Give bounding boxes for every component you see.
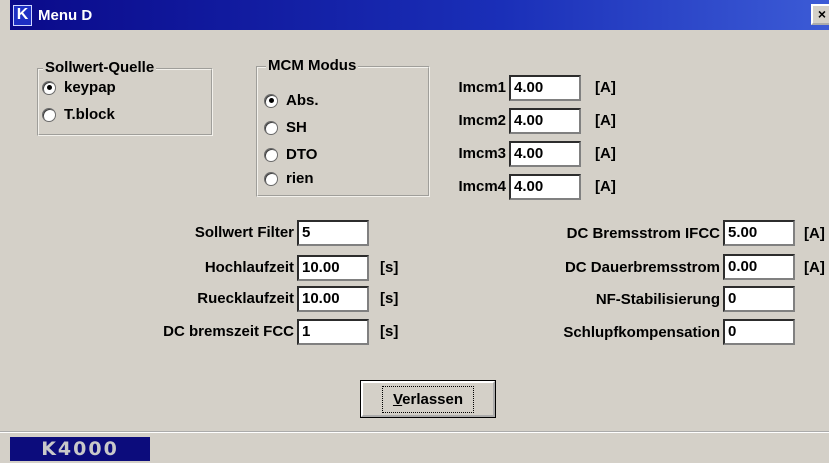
- title-bar: K Menu D ×: [10, 0, 829, 30]
- imcm4-unit: [A]: [595, 178, 616, 195]
- hochlaufzeit-field[interactable]: 10.00: [297, 255, 369, 281]
- radio-t-block[interactable]: T.block: [42, 106, 115, 123]
- radio-rien[interactable]: rien: [264, 170, 314, 187]
- accelerator-key: V: [392, 390, 403, 408]
- radio-label: rien: [286, 170, 314, 187]
- close-button[interactable]: ×: [811, 4, 829, 25]
- imcm4-label: Imcm4: [458, 178, 506, 195]
- imcm3-unit: [A]: [595, 145, 616, 162]
- sollwert-quelle-title: Sollwert-Quelle: [43, 59, 157, 76]
- sollwert-filter-label: Sollwert Filter: [194, 224, 294, 241]
- imcm3-field[interactable]: 4.00: [509, 141, 581, 167]
- verlassen-button-label: Verlassen: [381, 385, 475, 413]
- dc-dauerbremsstrom-label: DC Dauerbremsstrom: [564, 259, 720, 276]
- radio-icon: [42, 107, 56, 122]
- ruecklaufzeit-label: Ruecklaufzeit: [197, 290, 294, 307]
- radio-selected-icon: [42, 80, 56, 95]
- hochlaufzeit-label: Hochlaufzeit: [204, 259, 294, 276]
- hochlaufzeit-unit: [s]: [380, 259, 399, 276]
- schlupfkompensation-label: Schlupfkompensation: [563, 324, 720, 341]
- imcm1-field[interactable]: 4.00: [509, 75, 581, 101]
- radio-icon: [264, 171, 278, 186]
- dc-bremsstrom-unit: [A]: [804, 225, 825, 242]
- radio-sh[interactable]: SH: [264, 119, 307, 136]
- radio-label: SH: [286, 119, 307, 136]
- status-bar: K4000: [0, 431, 829, 463]
- radio-keypap[interactable]: keypap: [42, 79, 116, 96]
- imcm2-field[interactable]: 4.00: [509, 108, 581, 134]
- dc-bremsstrom-field[interactable]: 5.00: [723, 220, 795, 246]
- dc-dauerbremsstrom-field[interactable]: 0.00: [723, 254, 795, 280]
- app-icon: K: [13, 4, 32, 26]
- radio-label: T.block: [64, 106, 115, 123]
- radio-label: Abs.: [286, 92, 319, 109]
- verlassen-button[interactable]: Verlassen: [361, 381, 495, 417]
- status-model-label: K4000: [10, 437, 150, 461]
- imcm1-label: Imcm1: [458, 79, 506, 96]
- radio-selected-icon: [264, 93, 278, 108]
- nf-stabilisierung-field[interactable]: 0: [723, 286, 795, 312]
- nf-stabilisierung-label: NF-Stabilisierung: [595, 291, 720, 308]
- radio-label: keypap: [64, 79, 116, 96]
- imcm3-label: Imcm3: [458, 145, 506, 162]
- ruecklaufzeit-field[interactable]: 10.00: [297, 286, 369, 312]
- dc-bremszeit-label: DC bremszeit FCC: [163, 323, 294, 340]
- radio-icon: [264, 120, 278, 135]
- ruecklaufzeit-unit: [s]: [380, 290, 399, 307]
- dc-bremsstrom-label: DC Bremsstrom IFCC: [566, 225, 720, 242]
- imcm2-label: Imcm2: [458, 112, 506, 129]
- radio-icon: [264, 147, 278, 162]
- radio-label: DTO: [286, 146, 318, 163]
- dc-bremszeit-unit: [s]: [380, 323, 399, 340]
- imcm4-field[interactable]: 4.00: [509, 174, 581, 200]
- dc-dauerbremsstrom-unit: [A]: [804, 259, 825, 276]
- sollwert-filter-field[interactable]: 5: [297, 220, 369, 246]
- mcm-modus-title: MCM Modus: [266, 57, 359, 74]
- window-title: Menu D: [38, 6, 93, 24]
- imcm2-unit: [A]: [595, 112, 616, 129]
- dc-bremszeit-field[interactable]: 1: [297, 319, 369, 345]
- schlupfkompensation-field[interactable]: 0: [723, 319, 795, 345]
- radio-abs[interactable]: Abs.: [264, 92, 319, 109]
- radio-dto[interactable]: DTO: [264, 146, 317, 163]
- button-text: erlassen: [402, 390, 464, 408]
- imcm1-unit: [A]: [595, 79, 616, 96]
